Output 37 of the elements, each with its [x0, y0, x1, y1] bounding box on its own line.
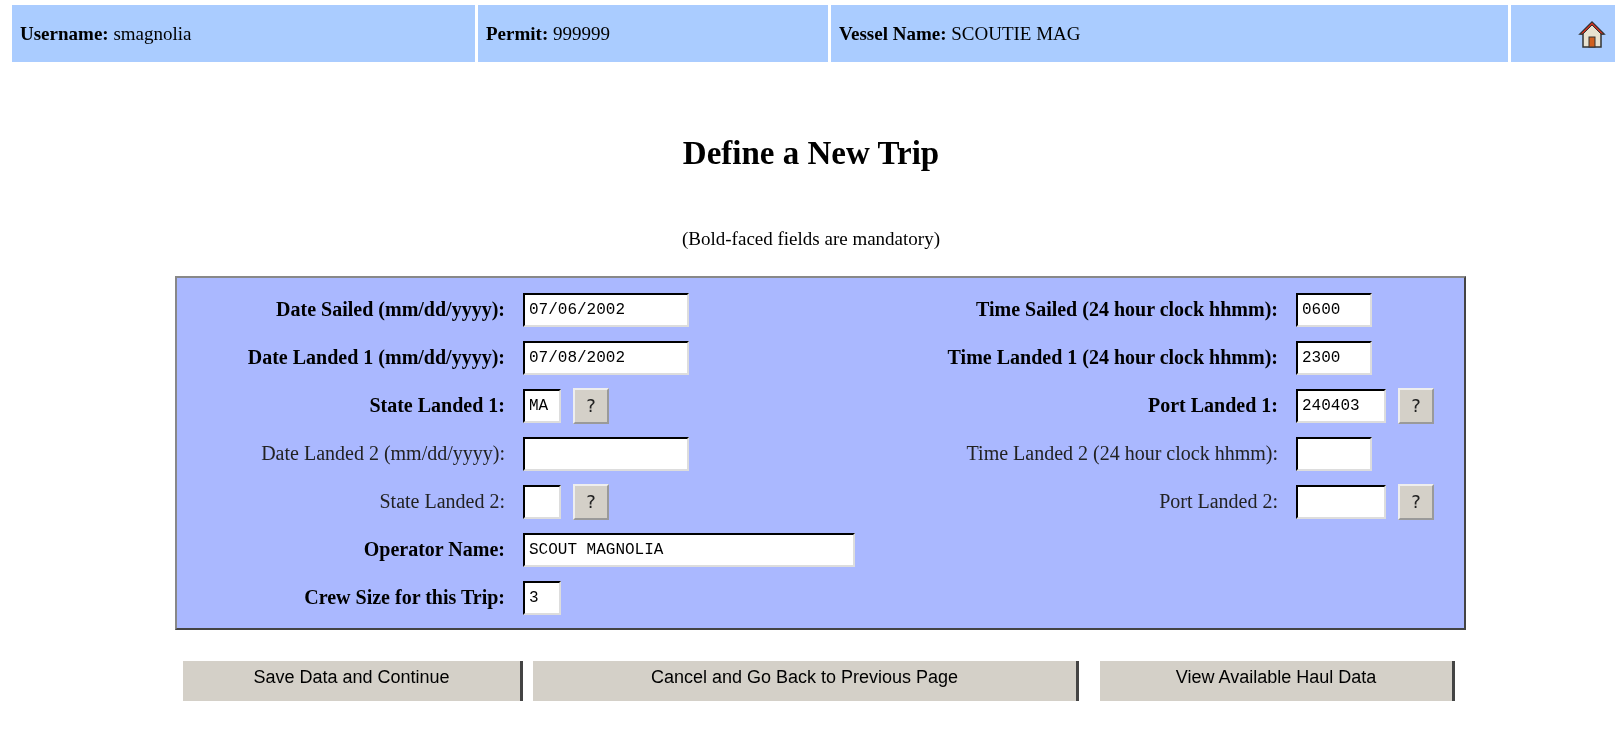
header-text: Vessel Name: SCOUTIE MAG	[839, 22, 1081, 45]
action-button[interactable]: Cancel and Go Back to Previous Page	[533, 660, 1079, 701]
field-label: Time Landed 1 (24 hour clock hhmm):	[946, 346, 1278, 370]
input-field[interactable]	[1296, 436, 1372, 471]
mandatory-note: (Bold-faced fields are mandatory)	[681, 227, 941, 250]
input-field[interactable]: 2300	[1296, 340, 1372, 375]
input-field[interactable]: 07/06/2002	[523, 292, 689, 327]
input-field[interactable]: SCOUT MAGNOLIA	[523, 532, 855, 567]
help-button[interactable]: ?	[1398, 387, 1434, 424]
field-label: Operator Name:	[362, 538, 505, 562]
input-field[interactable]: 240403	[1296, 388, 1386, 423]
field-label: State Landed 2:	[378, 490, 505, 514]
input-field[interactable]: 07/08/2002	[523, 340, 689, 375]
field-label: Date Landed 1 (mm/dd/yyyy):	[246, 346, 505, 370]
field-label: Crew Size for this Trip:	[303, 586, 505, 610]
home-icon[interactable]	[1577, 18, 1607, 49]
input-field[interactable]	[523, 484, 561, 519]
header-text: Username: smagnolia	[20, 22, 192, 45]
action-button[interactable]: Save Data and Continue	[183, 660, 523, 701]
field-label: Port Landed 1:	[1147, 394, 1278, 418]
field-label: Date Landed 2 (mm/dd/yyyy):	[260, 442, 505, 466]
help-button[interactable]: ?	[573, 483, 609, 520]
input-field[interactable]: 0600	[1296, 292, 1372, 327]
field-label: Time Sailed (24 hour clock hhmm):	[974, 298, 1278, 322]
input-field[interactable]: 3	[523, 580, 561, 615]
input-field[interactable]: MA	[523, 388, 561, 423]
field-label: Time Landed 2 (24 hour clock hhmm):	[965, 442, 1278, 466]
field-label: State Landed 1:	[368, 394, 505, 418]
help-button[interactable]: ?	[573, 387, 609, 424]
help-button[interactable]: ?	[1398, 483, 1434, 520]
field-label: Date Sailed (mm/dd/yyyy):	[275, 298, 505, 322]
page-title: Define a New Trip	[681, 134, 941, 173]
field-label: Port Landed 2:	[1158, 490, 1278, 514]
input-field[interactable]	[1296, 484, 1386, 519]
header-text: Permit: 999999	[486, 22, 610, 45]
input-field[interactable]	[523, 436, 689, 471]
action-button[interactable]: View Available Haul Data	[1100, 660, 1455, 701]
